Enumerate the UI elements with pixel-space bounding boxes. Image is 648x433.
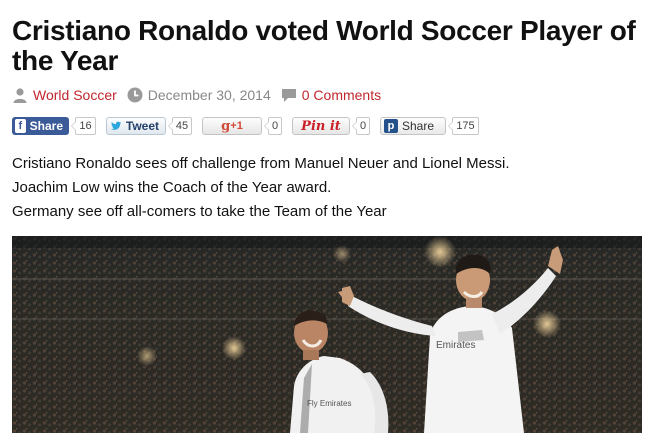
google-plus-count: 0 — [264, 117, 282, 135]
pocket-share-button[interactable]: p Share — [380, 117, 446, 135]
pinterest-count: 0 — [352, 117, 370, 135]
celebration-photo: Fly Emirates Emirates — [12, 236, 642, 433]
clock-icon — [127, 87, 143, 103]
summary-line: Germany see off all-comers to take the T… — [12, 203, 387, 220]
article: Cristiano Ronaldo voted World Soccer Pla… — [12, 0, 642, 433]
pocket-icon: p — [384, 119, 398, 133]
right-jersey-sponsor: Emirates — [436, 340, 475, 351]
facebook-icon: f — [15, 119, 26, 133]
pocket-share-label: Share — [402, 119, 435, 133]
article-title: Cristiano Ronaldo voted World Soccer Pla… — [12, 15, 636, 76]
facebook-share-label: Share — [29, 119, 63, 133]
google-plus-icon: g — [221, 118, 231, 134]
pinterest-pin-label: Pin it — [301, 118, 341, 134]
author-icon — [13, 88, 27, 103]
twitter-tweet-label: Tweet — [125, 119, 159, 133]
google-plus-label: +1 — [230, 120, 243, 132]
article-summary: Cristiano Ronaldo sees off challenge fro… — [12, 152, 642, 224]
pocket-count: 175 — [448, 117, 479, 135]
post-date: December 30, 2014 — [147, 87, 271, 103]
comments-link[interactable]: 0 Comments — [302, 87, 381, 103]
twitter-count: 45 — [168, 117, 192, 135]
category-link[interactable]: World Soccer — [33, 87, 117, 103]
share-bar: f Share 16 Tweet 45 g +1 0 Pin it 0 p Sh… — [12, 116, 479, 136]
pinterest-pin-button[interactable]: Pin it — [292, 117, 350, 135]
summary-line: Joachim Low wins the Coach of the Year a… — [12, 179, 332, 196]
facebook-count: 16 — [71, 117, 96, 135]
twitter-tweet-button[interactable]: Tweet — [106, 117, 166, 135]
summary-line: Cristiano Ronaldo sees off challenge fro… — [12, 155, 510, 172]
article-photo: Fly Emirates Emirates — [12, 236, 642, 433]
facebook-share-button[interactable]: f Share — [12, 117, 69, 135]
google-plus-button[interactable]: g +1 — [202, 117, 262, 135]
left-jersey-sponsor: Fly Emirates — [307, 399, 351, 408]
article-meta: World Soccer December 30, 2014 0 Comment… — [12, 86, 381, 104]
comment-icon — [281, 89, 296, 102]
twitter-bird-icon — [111, 121, 122, 130]
